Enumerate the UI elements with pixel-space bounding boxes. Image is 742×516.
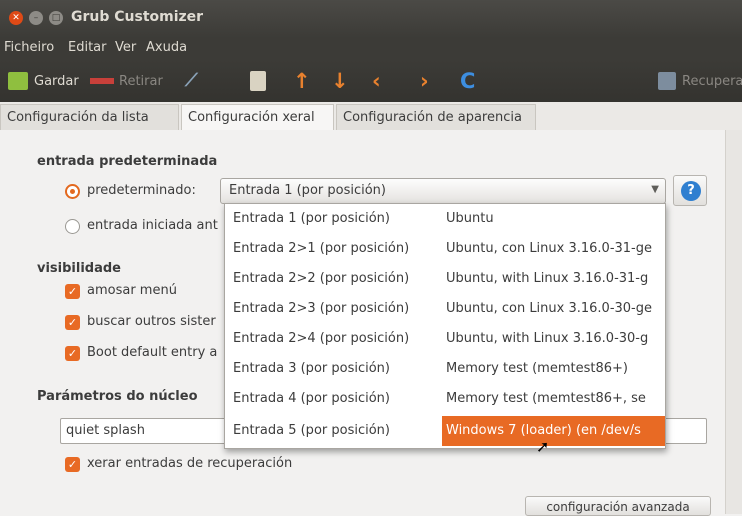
entry-name: Ubuntu, with Linux 3.16.0-30-g: [446, 331, 649, 346]
help-icon: ?: [681, 181, 701, 201]
visibility-heading: visibilidade: [37, 261, 121, 276]
refresh-icon: C: [460, 68, 476, 93]
boot-default-checkbox[interactable]: ✓: [65, 346, 80, 361]
advanced-settings-button[interactable]: configuración avanzada: [525, 496, 711, 516]
save-icon: [8, 72, 28, 90]
restore-icon: [658, 72, 676, 90]
entry-position: Entrada 5 (por posición): [233, 423, 390, 438]
entry-name: Ubuntu, con Linux 3.16.0-30-ge: [446, 301, 653, 316]
dropdown-item[interactable]: Entrada 2>1 (por posición) Ubuntu, con L…: [225, 234, 665, 264]
save-label: Gardar: [34, 73, 79, 89]
restore-button[interactable]: Recuperar: [658, 60, 742, 102]
tab-list-config[interactable]: Configuración da lista: [0, 104, 179, 130]
predefined-radio[interactable]: [65, 184, 80, 199]
dropdown-item[interactable]: Entrada 1 (por posición) Ubuntu: [225, 204, 665, 234]
search-other-checkbox[interactable]: ✓: [65, 315, 80, 330]
entry-name: Ubuntu, con Linux 3.16.0-31-ge: [446, 241, 653, 256]
entry-position: Entrada 2>1 (por posición): [233, 241, 410, 256]
window-title: Grub Customizer: [71, 9, 204, 25]
default-entry-combo[interactable]: Entrada 1 (por posición) ▼: [220, 178, 666, 204]
show-menu-label: amosar menú: [87, 283, 177, 298]
new-entry-button[interactable]: [250, 60, 266, 102]
dropdown-item[interactable]: Entrada 2>4 (por posición) Ubuntu, with …: [225, 324, 665, 354]
move-down-button[interactable]: ↓: [331, 60, 349, 102]
default-entry-dropdown: Entrada 1 (por posición) Ubuntu Entrada …: [224, 203, 666, 449]
edit-button[interactable]: ⟋: [185, 60, 198, 102]
menu-bar: Ficheiro Editar Ver Axuda: [0, 38, 742, 60]
predefined-label: predeterminado:: [87, 183, 196, 198]
arrow-down-icon: ↓: [331, 68, 349, 93]
title-bar: ✕ – □ Grub Customizer: [0, 0, 742, 38]
entry-name: Ubuntu: [446, 211, 494, 226]
toolbar: Gardar Retirar ⟋ ↑ ↓ ‹ › C Recuperar: [0, 60, 742, 102]
close-icon[interactable]: ✕: [9, 11, 23, 25]
dropdown-item[interactable]: Entrada 2>3 (por posición) Ubuntu, con L…: [225, 294, 665, 324]
entry-position: Entrada 2>2 (por posición): [233, 271, 410, 286]
menu-help[interactable]: Axuda: [146, 40, 187, 55]
menu-file[interactable]: Ficheiro: [4, 40, 54, 55]
entry-name: Ubuntu, with Linux 3.16.0-31-g: [446, 271, 649, 286]
show-menu-checkbox[interactable]: ✓: [65, 284, 80, 299]
recovery-label: xerar entradas de recuperación: [87, 456, 293, 471]
move-up-button[interactable]: ↑: [293, 60, 311, 102]
chevron-right-icon: ›: [420, 68, 429, 93]
reload-button[interactable]: C: [460, 60, 475, 102]
dropdown-item[interactable]: Entrada 3 (por posición) Memory test (me…: [225, 354, 665, 384]
started-entry-radio[interactable]: [65, 219, 80, 234]
remove-button[interactable]: Retirar: [90, 60, 163, 102]
combo-value: Entrada 1 (por posición): [229, 183, 386, 198]
entry-name: Memory test (memtest86+, se: [446, 391, 646, 406]
document-icon: [250, 71, 266, 91]
search-other-label: buscar outros sister: [87, 314, 216, 329]
default-entry-heading: entrada predeterminada: [37, 154, 218, 169]
recovery-checkbox[interactable]: ✓: [65, 457, 80, 472]
remove-label: Retirar: [119, 73, 163, 89]
maximize-icon[interactable]: □: [49, 11, 63, 25]
started-entry-label: entrada iniciada ant: [87, 218, 218, 233]
entry-name: Windows 7 (loader) (en /dev/s: [442, 416, 665, 446]
restore-label: Recuperar: [682, 73, 742, 89]
remove-icon: [90, 78, 114, 84]
tab-bar: Configuración da lista Configuración xer…: [0, 102, 742, 131]
chevron-left-icon: ‹: [372, 68, 381, 93]
save-button[interactable]: Gardar: [8, 60, 79, 102]
entry-position: Entrada 2>3 (por posición): [233, 301, 410, 316]
entry-position: Entrada 2>4 (por posición): [233, 331, 410, 346]
dropdown-item[interactable]: Entrada 4 (por posición) Memory test (me…: [225, 384, 665, 414]
boot-default-label: Boot default entry a: [87, 345, 218, 360]
tab-appearance-config[interactable]: Configuración de aparencia: [336, 104, 536, 130]
arrow-up-icon: ↑: [293, 68, 311, 93]
help-button[interactable]: ?: [673, 175, 707, 206]
minimize-icon[interactable]: –: [29, 11, 43, 25]
scroll-edge: [725, 130, 742, 514]
entry-position: Entrada 3 (por posición): [233, 361, 390, 376]
move-right-button[interactable]: ›: [420, 60, 429, 102]
mouse-pointer-icon: ➚: [536, 437, 550, 456]
dropdown-item[interactable]: Entrada 2>2 (por posición) Ubuntu, with …: [225, 264, 665, 294]
entry-position: Entrada 1 (por posición): [233, 211, 390, 226]
entry-position: Entrada 4 (por posición): [233, 391, 390, 406]
tab-general-config[interactable]: Configuración xeral: [181, 104, 334, 131]
move-left-button[interactable]: ‹: [372, 60, 381, 102]
menu-edit[interactable]: Editar: [68, 40, 107, 55]
chevron-down-icon: ▼: [651, 184, 659, 195]
kernel-params-heading: Parámetros do núcleo: [37, 389, 198, 404]
wand-icon: ⟋: [185, 70, 198, 91]
menu-view[interactable]: Ver: [115, 40, 136, 55]
dropdown-item-selected[interactable]: Entrada 5 (por posición) Windows 7 (load…: [225, 416, 665, 446]
entry-name: Memory test (memtest86+): [446, 361, 628, 376]
